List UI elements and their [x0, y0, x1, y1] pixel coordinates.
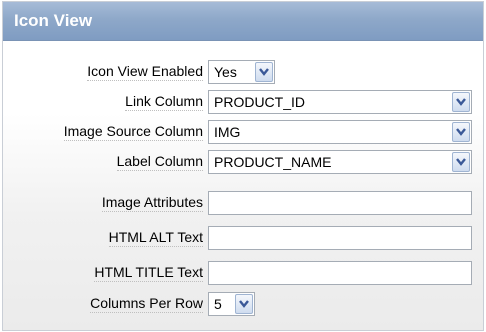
html-title-text-label: HTML TITLE Text — [94, 264, 203, 282]
link-column-value: PRODUCT_ID — [214, 94, 306, 110]
row-columns-per-row: Columns Per Row 5 — [3, 289, 483, 319]
row-html-alt-text: HTML ALT Text — [3, 223, 483, 253]
columns-per-row-label: Columns Per Row — [90, 295, 203, 313]
html-alt-text-input[interactable] — [208, 226, 472, 250]
image-source-column-select[interactable]: IMG — [208, 120, 472, 144]
row-image-source-column: Image Source Column IMG — [3, 117, 483, 147]
image-attributes-input[interactable] — [208, 191, 472, 215]
label-column-select[interactable]: PRODUCT_NAME — [208, 150, 472, 174]
html-title-text-input[interactable] — [208, 261, 472, 285]
icon-view-enabled-value: Yes — [214, 64, 237, 80]
row-icon-view-enabled: Icon View Enabled Yes — [3, 57, 483, 87]
image-source-column-value: IMG — [214, 124, 241, 140]
icon-view-enabled-select[interactable]: Yes — [208, 60, 275, 84]
icon-view-enabled-label: Icon View Enabled — [87, 63, 203, 81]
row-image-attributes: Image Attributes — [3, 188, 483, 218]
image-attributes-label: Image Attributes — [101, 194, 203, 212]
panel-header: Icon View — [3, 2, 483, 41]
link-column-select[interactable]: PRODUCT_ID — [208, 90, 472, 114]
columns-per-row-value: 5 — [214, 296, 222, 312]
row-label-column: Label Column PRODUCT_NAME — [3, 147, 483, 177]
label-column-value: PRODUCT_NAME — [214, 154, 332, 170]
label-column-label: Label Column — [116, 153, 203, 171]
html-alt-text-label: HTML ALT Text — [108, 229, 203, 247]
columns-per-row-select[interactable]: 5 — [208, 292, 255, 316]
row-link-column: Link Column PRODUCT_ID — [3, 87, 483, 117]
row-html-title-text: HTML TITLE Text — [3, 258, 483, 288]
panel-title: Icon View — [14, 11, 93, 30]
chevron-down-icon[interactable] — [235, 294, 253, 314]
image-source-column-label: Image Source Column — [63, 123, 203, 141]
link-column-label: Link Column — [125, 93, 203, 111]
chevron-down-icon[interactable] — [452, 122, 470, 142]
chevron-down-icon[interactable] — [255, 62, 273, 82]
chevron-down-icon[interactable] — [452, 92, 470, 112]
chevron-down-icon[interactable] — [452, 152, 470, 172]
icon-view-panel: Icon View Icon View Enabled Yes Link Col… — [2, 1, 484, 331]
